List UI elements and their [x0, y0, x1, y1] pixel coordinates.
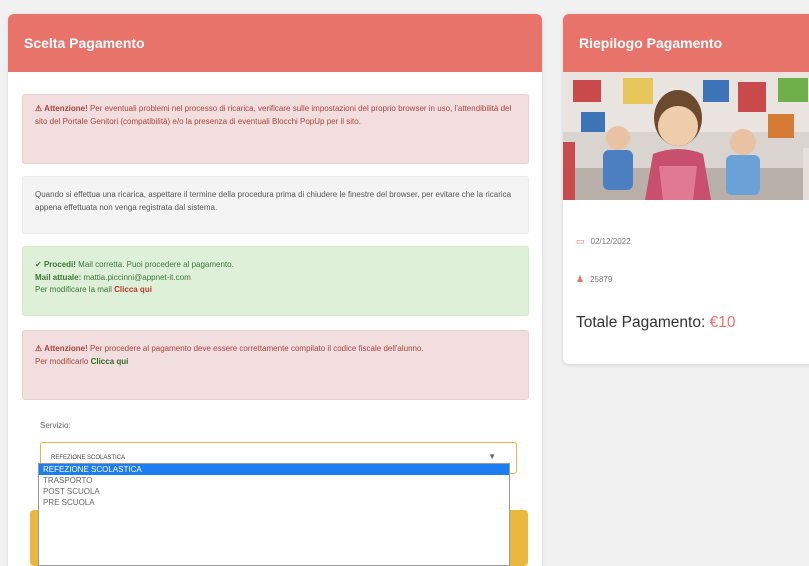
- panel-title: Scelta Pagamento: [24, 35, 145, 51]
- dropdown-option[interactable]: REFEZIONE SCOLASTICA: [39, 464, 509, 475]
- payment-date: 02/12/2022: [590, 237, 631, 246]
- caret-down-icon: ▼: [488, 452, 496, 461]
- browser-warning-alert: ⚠ Attenzione! Per eventuali problemi nel …: [22, 94, 529, 164]
- modify-fiscal-link[interactable]: Clicca qui: [91, 357, 129, 366]
- total-label: Totale Pagamento:: [576, 314, 706, 331]
- modify-fiscal-text: Per modificarlo: [35, 356, 91, 366]
- success-strong: Procedi!: [43, 260, 76, 269]
- alert-strong: Attenzione!: [44, 104, 88, 113]
- modify-mail-text: Per modificare la mail: [35, 285, 115, 294]
- panel-title: Riepilogo Pagamento: [579, 35, 723, 51]
- alert-text: Per procedere al pagamento deve essere c…: [87, 344, 424, 353]
- total-payment: Totale Pagamento: €10: [576, 314, 735, 332]
- alert-strong: Attenzione!: [44, 344, 88, 353]
- classroom-photo: [563, 72, 809, 200]
- mail-label: Mail attuale:: [35, 272, 82, 282]
- recharge-info-box: Quando si effettua una ricarica, aspetta…: [22, 176, 529, 234]
- mail-value: mattia.piccinni@appnet-it.com: [81, 272, 191, 282]
- alert-text: Per eventuali problemi nel processo di r…: [35, 104, 512, 126]
- calendar-icon: ▭: [576, 236, 585, 246]
- code-line: ♟ 25879: [576, 274, 612, 285]
- check-icon: ✔: [35, 260, 42, 269]
- dropdown-option[interactable]: POST SCUOLA: [39, 486, 509, 497]
- date-line: ▭ 02/12/2022: [576, 236, 631, 247]
- info-text: Quando si effettua una ricarica, aspetta…: [35, 190, 512, 212]
- payment-summary-panel: Riepilogo Pagamento ▭ 02/12/2022 ♟ 25879…: [563, 14, 809, 364]
- warning-triangle-icon: ⚠: [35, 344, 43, 353]
- total-amount: €10: [709, 314, 736, 331]
- user-icon: ♟: [576, 274, 585, 284]
- mail-success-alert: ✔ Procedi! Mail corretta. Puoi procedere…: [22, 246, 529, 316]
- modify-mail-link[interactable]: Clicca qui: [114, 285, 152, 294]
- service-dropdown-list[interactable]: REFEZIONE SCOLASTICA TRASPORTO POST SCUO…: [38, 463, 510, 566]
- dropdown-option[interactable]: TRASPORTO: [39, 475, 509, 486]
- success-text: Mail corretta. Puoi procedere al pagamen…: [75, 260, 234, 269]
- classroom-illustration: [563, 72, 809, 200]
- payment-code: 25879: [590, 275, 613, 284]
- service-select-value: REFEZIONE SCOLASTICA: [51, 455, 126, 461]
- payment-summary-header: Riepilogo Pagamento: [563, 14, 809, 72]
- fiscal-code-alert: ⚠ Attenzione! Per procedere al pagamento …: [22, 330, 529, 400]
- warning-triangle-icon: ⚠: [35, 104, 43, 113]
- payment-choice-header: Scelta Pagamento: [8, 14, 542, 72]
- service-label: Servizio:: [40, 421, 71, 430]
- dropdown-option[interactable]: PRE SCUOLA: [39, 497, 509, 508]
